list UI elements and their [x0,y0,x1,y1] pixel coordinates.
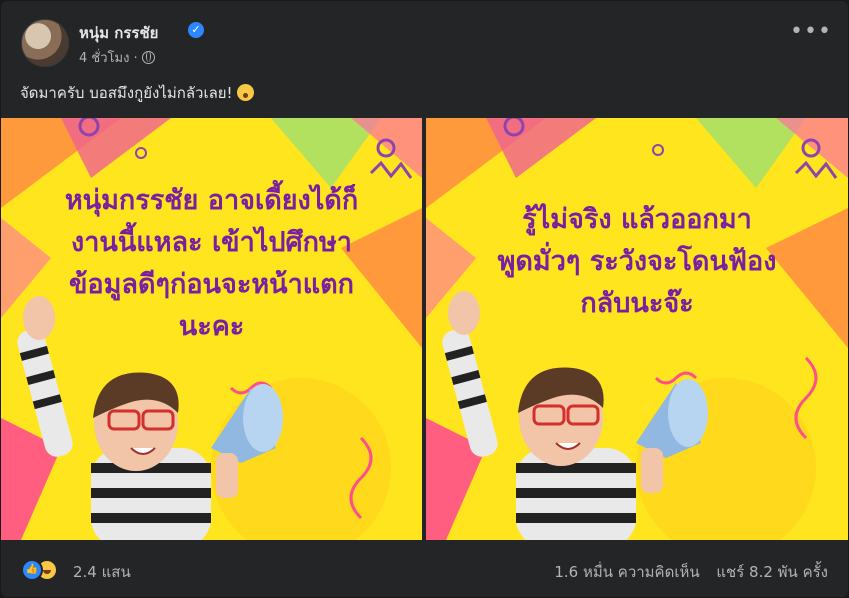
poster-text-2: รู้ไม่จริง แล้วออกมา พูดมั่วๆ ระวังจะโดน… [426,199,848,325]
poster-line: งานนี้แหละ เข้าไปศึกษา [71,227,352,258]
avatar[interactable] [21,19,69,67]
post-caption: จัดมาครับ บอสมึงกูยังไม่กลัวเลย! [20,81,254,105]
post-image-2[interactable]: รู้ไม่จริง แล้วออกมา พูดมั่วๆ ระวังจะโดน… [426,118,848,540]
like-reaction-icon: 👍 [21,559,43,581]
poster-line: รู้ไม่จริง แล้วออกมา [522,204,752,235]
reaction-count[interactable]: 2.4 แสน [73,560,131,584]
post-time[interactable]: 4 ชั่วโมง · [79,51,138,66]
post-card: หนุ่ม กรรชัย ✓ 4 ชั่วโมง · ••• จัดมาครับ… [1,1,848,597]
more-icon[interactable]: ••• [790,21,831,55]
astonished-emoji-icon [236,84,254,101]
comment-count[interactable]: 1.6 หมื่น ความคิดเห็น [554,563,699,581]
poster-background [426,118,848,540]
post-stats: 1.6 หมื่น ความคิดเห็น แชร์ 8.2 พัน ครั้ง [542,560,828,584]
post-image-1[interactable]: หนุ่มกรรชัย อาจเดี้ยงได้ก็ งานนี้แหละ เข… [1,118,422,540]
poster-line: หนุ่มกรรชัย อาจเดี้ยงได้ก็ [64,185,359,216]
caption-text: จัดมาครับ บอสมึงกูยังไม่กลัวเลย! [20,84,233,102]
poster-line: กลับนะจ๊ะ [580,288,694,319]
verified-icon: ✓ [188,22,204,38]
poster-line: นะคะ [178,311,245,342]
post-meta: 4 ชั่วโมง · [79,47,155,68]
poster-line: ข้อมูลดีๆก่อนจะหน้าแตก [68,269,355,300]
share-count[interactable]: แชร์ 8.2 พัน ครั้ง [716,563,828,581]
globe-icon [141,51,155,64]
author-name[interactable]: หนุ่ม กรรชัย [79,21,158,45]
poster-line: พูดมั่วๆ ระวังจะโดนฟ้อง [497,246,777,277]
poster-text-1: หนุ่มกรรชัย อาจเดี้ยงได้ก็ งานนี้แหละ เข… [1,180,422,348]
